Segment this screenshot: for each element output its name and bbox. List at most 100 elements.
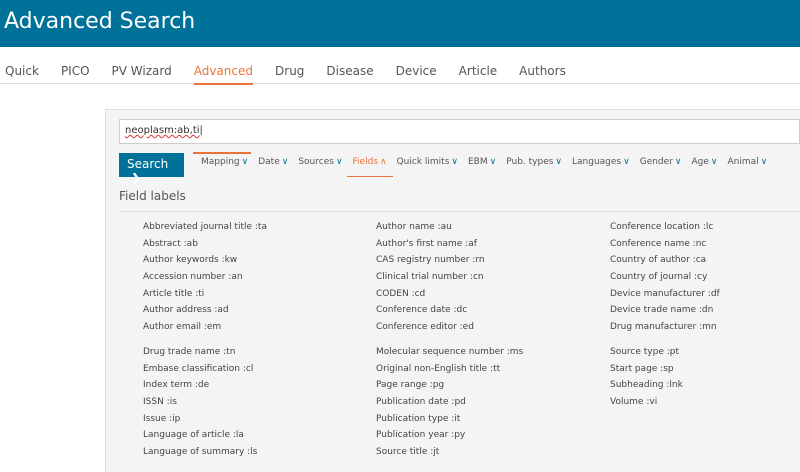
chevron-down-icon: ∨ [451,157,458,167]
field-column-1: Abbreviated journal title :ta Abstract :a… [143,222,267,464]
filter-label: Pub. types [506,157,554,167]
field-column-2: Author name :au Author's first name :af CA… [376,222,523,464]
field-label-item[interactable]: Drug manufacturer :mn [610,322,720,339]
search-tabs: Quick PICO PV Wizard Advanced Drug Disease Dev… [0,62,800,85]
field-label-item[interactable]: Author's first name :af [376,239,523,256]
field-label-item[interactable]: Start page :sp [610,364,720,381]
tab-authors[interactable]: Authors [519,62,566,84]
filter-bar: Mapping ∨ Date ∨ Sources ∨ Fields ∧ Quick limits… [201,157,777,177]
filter-ebm[interactable]: EBM ∨ [468,157,496,177]
divider [119,211,800,212]
field-label-item[interactable]: Conference editor :ed [376,322,523,339]
filter-gender[interactable]: Gender ∨ [640,157,682,177]
active-indicator-bar [193,152,251,154]
field-label-item[interactable]: Author name :au [376,222,523,239]
field-label-item[interactable]: Author email :em [143,322,267,339]
search-panel: neoplasm:ab,ti| Search ❯ Mapping ∨ Date ∨ So… [105,109,800,472]
search-button-label: Search [127,157,169,171]
filter-sources[interactable]: Sources ∨ [298,157,342,177]
filter-label: Fields [352,157,378,167]
field-label-item[interactable]: Clinical trial number :cn [376,272,523,289]
filter-label: EBM [467,157,488,167]
filter-mapping[interactable]: Mapping ∨ [201,157,248,177]
filter-label: Quick limits [396,157,450,167]
tab-advanced[interactable]: Advanced [193,62,254,85]
chevron-down-icon: ∨ [281,157,289,167]
field-label-item[interactable]: Conference name :nc [610,239,720,256]
chevron-right-icon: ❯ [127,171,141,185]
field-label-item[interactable]: CAS registry number :rn [376,255,523,272]
field-label-item[interactable]: Conference date :dc [376,305,523,322]
filter-label: Languages [572,157,622,167]
chevron-down-icon: ∨ [555,157,563,167]
filter-languages[interactable]: Languages ∨ [572,157,630,177]
chevron-down-icon: ∨ [335,157,343,167]
field-label-item[interactable]: Publication type :it [376,414,523,431]
field-label-item[interactable]: Country of journal :cy [610,272,720,289]
tab-pv-wizard[interactable]: PV Wizard [112,62,172,84]
field-label-item[interactable]: Country of author :ca [610,255,720,272]
field-label-item[interactable]: Source title :jt [376,447,523,464]
filter-label: Date [258,157,280,167]
field-label-item[interactable]: Author address :ad [143,305,267,322]
filter-quick-limits[interactable]: Quick limits ∨ [397,157,458,177]
field-label-item[interactable]: Source type :pt [610,347,720,364]
tab-pico[interactable]: PICO [61,62,90,84]
field-label-item[interactable]: Device trade name :dn [610,305,720,322]
chevron-up-icon: ∧ [380,157,387,167]
field-label-item[interactable]: Embase classification :cl [143,364,267,381]
field-label-item[interactable]: Molecular sequence number :ms [376,347,523,364]
field-label-item[interactable]: Page range :pg [376,380,523,397]
chevron-down-icon: ∨ [710,157,718,167]
field-label-item[interactable]: Conference location :lc [610,222,720,239]
chevron-down-icon: ∨ [489,157,497,167]
filter-label: Sources [298,157,334,167]
search-button[interactable]: Search ❯ [119,153,184,185]
filter-animal[interactable]: Animal ∨ [728,157,768,177]
filter-label: Gender [639,157,673,167]
field-label-item[interactable]: Abbreviated journal title :ta [143,222,267,239]
page-title: Advanced Search [4,9,196,34]
chevron-down-icon: ∨ [241,157,249,167]
field-label-item[interactable]: Author keywords :kw [143,255,267,272]
filter-label: Mapping [201,157,240,167]
page-header: Advanced Search [0,0,800,47]
field-label-item[interactable]: Language of article :la [143,430,267,447]
field-column-3: Conference location :lc Conference name :… [610,222,720,414]
field-label-item[interactable]: ISSN :is [143,397,267,414]
field-label-item[interactable]: Original non-English title :tt [376,364,523,381]
filter-pub-types[interactable]: Pub. types ∨ [506,157,562,177]
field-label-item[interactable]: Publication year :py [376,430,523,447]
tab-disease[interactable]: Disease [326,62,373,84]
field-label-item[interactable]: Device manufacturer :df [610,289,720,306]
field-label-item[interactable]: Publication date :pd [376,397,523,414]
field-label-item[interactable]: Subheading :lnk [610,380,720,397]
field-label-item[interactable]: Drug trade name :tn [143,347,267,364]
filter-fields[interactable]: Fields ∧ [346,157,393,177]
field-labels-title: Field labels [119,189,186,203]
filter-age[interactable]: Age ∨ [691,157,717,177]
tab-drug[interactable]: Drug [275,62,304,84]
tab-quick[interactable]: Quick [5,62,39,84]
field-label-item[interactable]: Abstract :ab [143,239,267,256]
field-label-item[interactable]: Article title :ti [143,289,267,306]
chevron-down-icon: ∨ [674,157,682,167]
tab-article[interactable]: Article [459,62,498,84]
field-label-item[interactable]: Volume :vi [610,397,720,414]
filter-label: Animal [727,157,759,167]
field-label-item[interactable]: Index term :de [143,380,267,397]
filter-label: Age [691,157,709,167]
chevron-down-icon: ∨ [760,157,768,167]
tab-device[interactable]: Device [396,62,437,84]
field-label-item[interactable]: Language of summary :ls [143,447,267,464]
chevron-down-icon: ∨ [623,157,630,167]
field-label-item[interactable]: Issue :ip [143,414,267,431]
field-label-item[interactable]: Accession number :an [143,272,267,289]
field-label-item[interactable]: CODEN :cd [376,289,523,306]
query-text: neoplasm:ab,ti [125,125,200,136]
filter-date[interactable]: Date ∨ [258,157,288,177]
search-input[interactable]: neoplasm:ab,ti| [119,119,800,144]
